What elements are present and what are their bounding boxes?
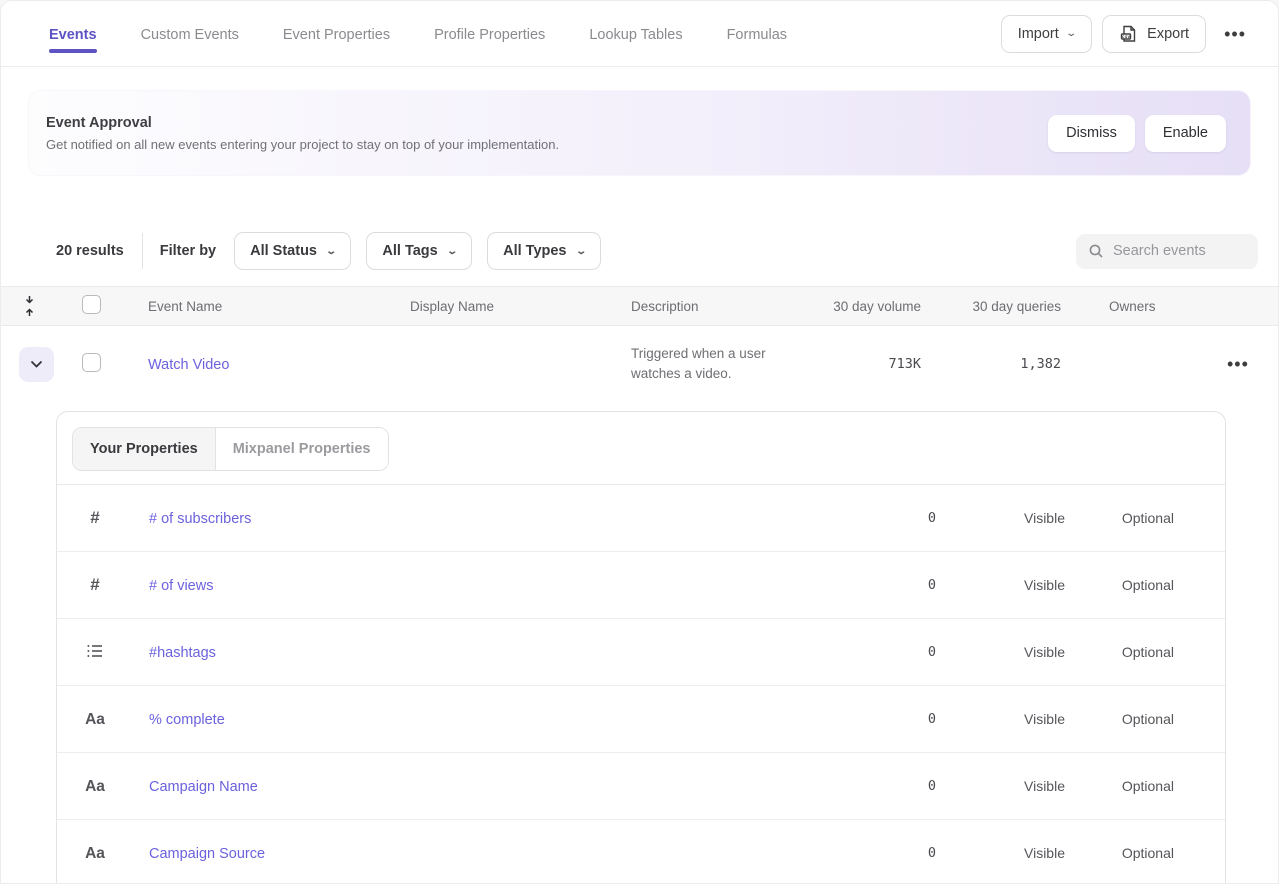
property-row: #hashtags 0 Visible Optional	[57, 619, 1225, 686]
chevron-down-icon: ⌄	[575, 246, 587, 257]
banner-title: Event Approval	[46, 115, 559, 131]
property-status: Optional	[1065, 845, 1174, 861]
column-header-queries: 30 day queries	[921, 299, 1061, 314]
column-header-owners: Owners	[1061, 299, 1201, 314]
property-status: Optional	[1065, 644, 1174, 660]
property-status: Optional	[1065, 778, 1174, 794]
event-properties-panel: Your Properties Mixpanel Properties # # …	[56, 411, 1226, 884]
property-volume: 0	[836, 644, 936, 660]
property-volume: 0	[836, 510, 936, 526]
property-name-link[interactable]: % complete	[127, 712, 225, 728]
description-cell: Triggered when a user watches a video.	[631, 344, 821, 384]
property-visibility: Visible	[936, 778, 1065, 794]
divider	[142, 233, 143, 269]
table-row: Watch Video Triggered when a user watche…	[1, 326, 1278, 402]
property-volume: 0	[836, 778, 936, 794]
row-more-actions-button[interactable]: •••	[1219, 349, 1257, 379]
row-expander-button[interactable]	[19, 347, 54, 382]
property-visibility: Visible	[936, 845, 1065, 861]
types-filter-label: All Types	[503, 243, 566, 259]
property-name-link[interactable]: #hashtags	[127, 645, 216, 661]
property-volume: 0	[836, 711, 936, 727]
banner-actions: Dismiss Enable	[1048, 115, 1226, 152]
more-actions-button[interactable]: •••	[1216, 19, 1254, 49]
properties-segmented-control: Your Properties Mixpanel Properties	[72, 427, 389, 471]
import-label: Import	[1018, 26, 1059, 42]
csv-file-icon: csv	[1119, 24, 1139, 44]
properties-tab-bar: Your Properties Mixpanel Properties	[57, 412, 1225, 485]
enable-button[interactable]: Enable	[1145, 115, 1226, 152]
row-checkbox[interactable]	[82, 353, 101, 372]
property-row: Aa Campaign Name 0 Visible Optional	[57, 753, 1225, 820]
property-volume: 0	[836, 845, 936, 861]
property-row: Aa % complete 0 Visible Optional	[57, 686, 1225, 753]
event-name-link[interactable]: Watch Video	[127, 357, 229, 373]
property-name-link[interactable]: # of views	[127, 578, 213, 594]
export-label: Export	[1147, 26, 1189, 42]
table-header-row: Event Name Display Name Description 30 d…	[1, 286, 1278, 326]
chevron-down-icon: ⌄	[1065, 28, 1077, 39]
import-button[interactable]: Import ⌄	[1001, 15, 1092, 53]
chevron-down-icon: ⌄	[325, 246, 337, 257]
property-status: Optional	[1065, 510, 1174, 526]
tab-bar: Events Custom Events Event Properties Pr…	[49, 5, 1001, 63]
tab-profile-properties[interactable]: Profile Properties	[434, 5, 545, 63]
property-name-link[interactable]: Campaign Source	[127, 846, 265, 862]
event-approval-banner: Event Approval Get notified on all new e…	[29, 91, 1250, 175]
column-header-volume: 30 day volume	[821, 299, 921, 314]
dismiss-button[interactable]: Dismiss	[1048, 115, 1135, 152]
property-name-link[interactable]: Campaign Name	[127, 779, 258, 795]
search-icon	[1088, 243, 1104, 259]
banner-subtitle: Get notified on all new events entering …	[46, 137, 559, 152]
collapse-all-icon[interactable]	[21, 293, 38, 319]
column-header-display-name: Display Name	[410, 299, 631, 314]
property-visibility: Visible	[936, 510, 1065, 526]
property-row: # # of subscribers 0 Visible Optional	[57, 485, 1225, 552]
search-events-box	[1076, 234, 1258, 269]
tab-your-properties[interactable]: Your Properties	[73, 428, 216, 470]
status-filter-label: All Status	[250, 243, 317, 259]
filter-by-label: Filter by	[160, 243, 216, 259]
types-filter-dropdown[interactable]: All Types ⌄	[487, 232, 601, 270]
tab-event-properties[interactable]: Event Properties	[283, 5, 390, 63]
chevron-down-icon: ⌄	[446, 246, 458, 257]
top-bar: Events Custom Events Event Properties Pr…	[1, 1, 1278, 67]
tab-mixpanel-properties[interactable]: Mixpanel Properties	[216, 428, 388, 470]
banner-text: Event Approval Get notified on all new e…	[46, 115, 559, 152]
export-button[interactable]: csv Export	[1102, 15, 1206, 53]
property-status: Optional	[1065, 711, 1174, 727]
property-volume: 0	[836, 577, 936, 593]
select-all-checkbox[interactable]	[82, 295, 101, 314]
tags-filter-dropdown[interactable]: All Tags ⌄	[366, 232, 472, 270]
property-name-link[interactable]: # of subscribers	[127, 511, 251, 527]
status-filter-dropdown[interactable]: All Status ⌄	[234, 232, 351, 270]
tab-events[interactable]: Events	[49, 5, 97, 63]
list-type-icon	[84, 644, 106, 658]
lexicon-window: Events Custom Events Event Properties Pr…	[0, 0, 1279, 884]
results-count: 20 results	[56, 243, 124, 259]
topbar-actions: Import ⌄ csv Export •••	[1001, 15, 1254, 53]
volume-cell: 713K	[821, 356, 921, 372]
property-status: Optional	[1065, 577, 1174, 593]
tab-custom-events[interactable]: Custom Events	[141, 5, 239, 63]
property-visibility: Visible	[936, 711, 1065, 727]
property-visibility: Visible	[936, 577, 1065, 593]
queries-cell: 1,382	[921, 356, 1061, 372]
tags-filter-label: All Tags	[382, 243, 437, 259]
tab-formulas[interactable]: Formulas	[727, 5, 787, 63]
search-input[interactable]	[1113, 243, 1246, 259]
filter-bar: 20 results Filter by All Status ⌄ All Ta…	[56, 231, 1258, 271]
property-row: # # of views 0 Visible Optional	[57, 552, 1225, 619]
tab-lookup-tables[interactable]: Lookup Tables	[589, 5, 682, 63]
column-header-description: Description	[631, 299, 821, 314]
column-header-event-name: Event Name	[127, 299, 410, 314]
property-row: Aa Campaign Source 0 Visible Optional	[57, 820, 1225, 884]
property-visibility: Visible	[936, 644, 1065, 660]
svg-text:csv: csv	[1122, 35, 1131, 40]
